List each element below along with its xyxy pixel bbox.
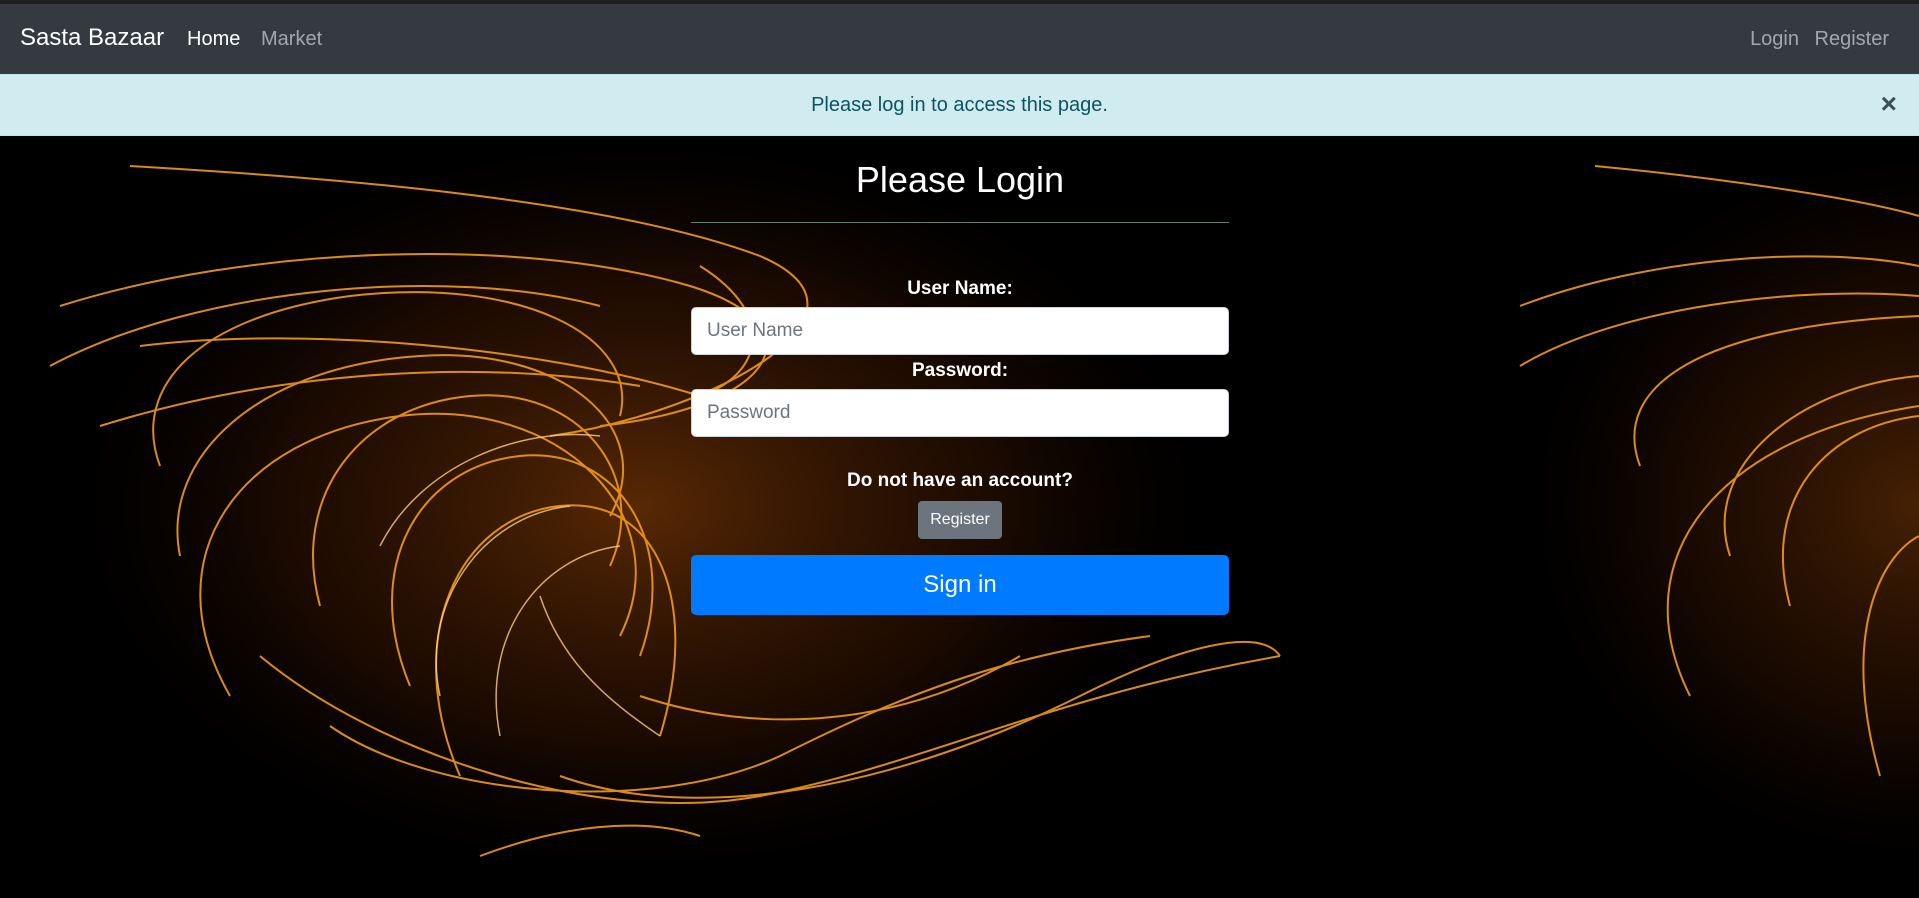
close-icon[interactable]: × [1881, 89, 1897, 119]
username-input[interactable] [691, 307, 1229, 355]
navbar: Sasta Bazaar Home Market Login Register [0, 4, 1919, 74]
login-form: Please Login User Name: Password: Do not… [691, 136, 1229, 615]
password-input[interactable] [691, 389, 1229, 437]
title-divider [691, 222, 1229, 223]
sign-in-button[interactable]: Sign in [691, 555, 1229, 615]
no-account-text: Do not have an account? [847, 470, 1073, 491]
info-alert: Please log in to access this page. × [0, 74, 1919, 136]
nav-market-link[interactable]: Market [261, 28, 322, 51]
password-label: Password: [911, 360, 1009, 381]
alert-message: Please log in to access this page. [811, 93, 1108, 116]
page-title: Please Login [855, 159, 1065, 200]
register-button[interactable]: Register [918, 501, 1002, 539]
nav-login-link[interactable]: Login [1750, 28, 1799, 51]
username-label: User Name: [907, 278, 1013, 299]
brand-logo[interactable]: Sasta Bazaar [20, 24, 164, 52]
nav-home-link[interactable]: Home [187, 28, 240, 51]
nav-register-link[interactable]: Register [1815, 28, 1889, 51]
